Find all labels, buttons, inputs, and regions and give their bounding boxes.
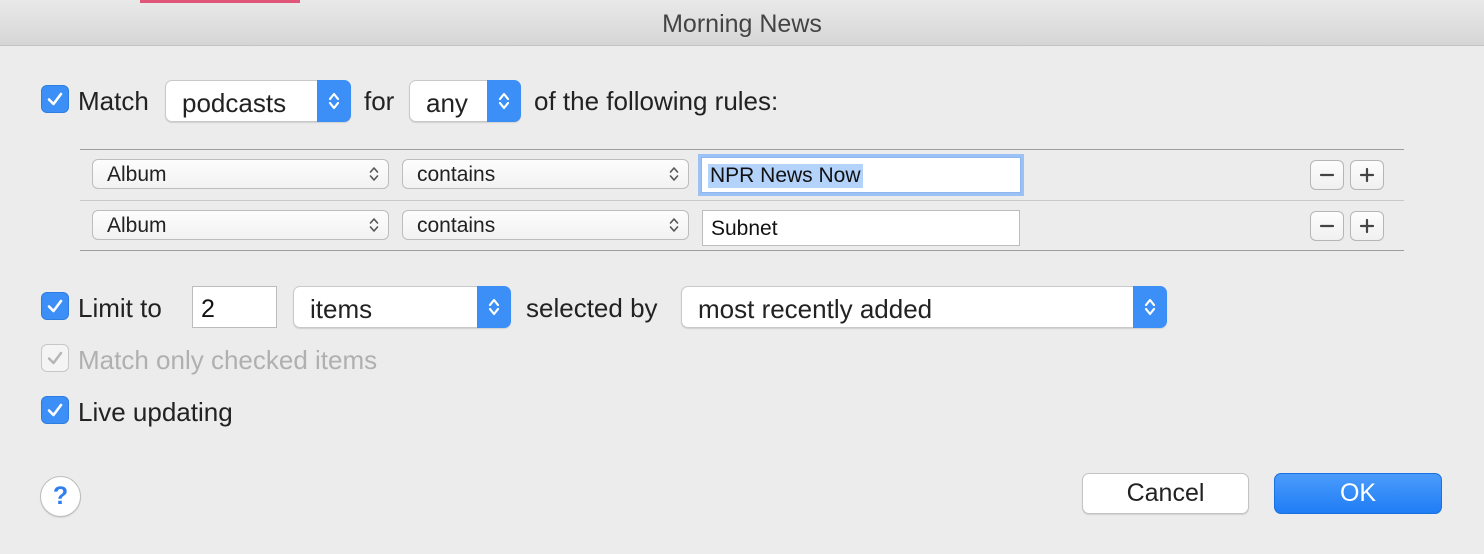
chevron-updown-icon: [369, 167, 379, 181]
rule-divider: [80, 200, 1404, 201]
selection-order-select[interactable]: most recently added: [681, 286, 1167, 328]
add-rule-button[interactable]: [1350, 160, 1384, 190]
for-label: for: [364, 86, 395, 116]
chevron-updown-icon: [369, 218, 379, 232]
remove-rule-button[interactable]: [1310, 160, 1344, 190]
rule-value-input[interactable]: Subnet: [702, 210, 1020, 246]
selected-by-label: selected by: [526, 293, 658, 323]
rule-field-value: Album: [107, 214, 167, 237]
checkmark-icon: [47, 299, 63, 313]
rule-operator-select[interactable]: contains: [402, 159, 689, 189]
match-checked-label: Match only checked items: [78, 345, 378, 375]
chevron-updown-icon: [487, 80, 521, 122]
chevron-updown-icon: [317, 80, 351, 122]
title-bar: Morning News: [0, 0, 1484, 46]
limit-unit-select[interactable]: items: [293, 286, 511, 328]
quantifier-select[interactable]: any: [409, 80, 521, 122]
chevron-updown-icon: [477, 286, 511, 328]
background-window-strip: [140, 0, 300, 3]
selection-order-value: most recently added: [698, 294, 933, 324]
smart-playlist-dialog: Match podcasts for any of the following …: [0, 46, 1484, 554]
rules-suffix-label: of the following rules:: [534, 86, 779, 116]
limit-checkbox[interactable]: [41, 292, 69, 320]
minus-icon: [1319, 224, 1335, 228]
live-updating-checkbox[interactable]: [41, 396, 69, 424]
minus-icon: [1319, 173, 1335, 177]
limit-unit-value: items: [310, 294, 373, 324]
plus-icon: [1359, 218, 1375, 234]
media-type-select[interactable]: podcasts: [165, 80, 351, 122]
rule-operator-value: contains: [417, 163, 496, 186]
plus-icon: [1359, 167, 1375, 183]
match-checked-checkbox[interactable]: [41, 344, 69, 372]
chevron-updown-icon: [669, 167, 679, 181]
ok-button[interactable]: OK: [1274, 473, 1442, 514]
rules-list: Album contains NPR News Now Album contai…: [80, 149, 1404, 251]
checkmark-icon: [47, 92, 63, 106]
limit-count-value: 2: [201, 295, 215, 323]
rule-field-select[interactable]: Album: [92, 159, 389, 189]
rule-field-value: Album: [107, 163, 167, 186]
add-rule-button[interactable]: [1350, 211, 1384, 241]
rule-value-text: Subnet: [711, 217, 778, 240]
checkmark-icon: [47, 351, 63, 365]
limit-label: Limit to: [78, 293, 162, 323]
rule-value-input[interactable]: NPR News Now: [701, 157, 1021, 193]
limit-count-input[interactable]: 2: [192, 286, 277, 328]
chevron-updown-icon: [669, 218, 679, 232]
live-updating-label: Live updating: [78, 397, 233, 427]
match-label: Match: [78, 86, 149, 116]
rule-field-select[interactable]: Album: [92, 210, 389, 240]
cancel-button[interactable]: Cancel: [1082, 473, 1249, 514]
remove-rule-button[interactable]: [1310, 211, 1344, 241]
rule-operator-select[interactable]: contains: [402, 210, 689, 240]
rule-value-text: NPR News Now: [708, 164, 863, 188]
media-type-value: podcasts: [182, 88, 287, 118]
rule-operator-value: contains: [417, 214, 496, 237]
help-button[interactable]: ?: [40, 476, 81, 517]
quantifier-value: any: [426, 88, 468, 118]
match-checkbox[interactable]: [41, 85, 69, 113]
window-title: Morning News: [662, 10, 822, 38]
checkmark-icon: [47, 403, 63, 417]
chevron-updown-icon: [1133, 286, 1167, 328]
